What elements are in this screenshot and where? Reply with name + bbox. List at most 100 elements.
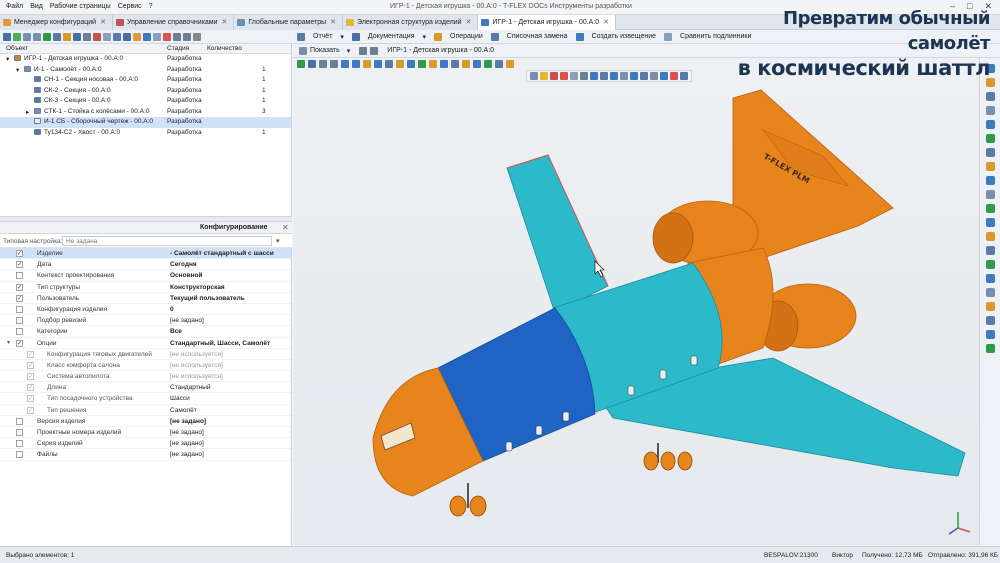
- config-row[interactable]: ✓ Тип посадочного устройства Шасси: [0, 393, 291, 405]
- config-param-value[interactable]: Стандартный: [170, 384, 211, 391]
- config-param-value[interactable]: Все: [170, 328, 182, 335]
- config-checkbox[interactable]: [16, 328, 23, 336]
- config-row[interactable]: ✓ Длина Стандартный: [0, 382, 291, 394]
- config-param-value[interactable]: Основной: [170, 272, 202, 279]
- tool-icon[interactable]: [986, 134, 995, 143]
- config-param-value[interactable]: [не используется]: [170, 351, 223, 358]
- tool-icon[interactable]: [986, 204, 995, 213]
- tool-icon[interactable]: [986, 218, 995, 227]
- structure-view-icon[interactable]: [73, 32, 81, 41]
- tool-icon[interactable]: [986, 190, 995, 199]
- config-row[interactable]: Файлы [не задано]: [0, 449, 291, 461]
- col-qty[interactable]: Количество: [207, 45, 242, 52]
- breadcrumb[interactable]: ИГР-1 - Детская игрушка - 00.А:0: [387, 47, 494, 54]
- tool-icon[interactable]: [986, 344, 995, 353]
- forward-icon[interactable]: [33, 32, 41, 41]
- config-row[interactable]: ✓ Изделие - Самолёт стандартный с шасси: [0, 248, 291, 260]
- report-button[interactable]: Отчёт: [313, 33, 332, 40]
- main-wheel[interactable]: [677, 451, 693, 471]
- tool-icon[interactable]: [986, 232, 995, 241]
- config-checkbox[interactable]: [16, 451, 23, 459]
- config-checkbox[interactable]: ✓: [16, 339, 23, 347]
- tool-icon[interactable]: [986, 176, 995, 185]
- chevron-down-icon[interactable]: ▾: [6, 55, 9, 63]
- refresh-icon[interactable]: [13, 32, 21, 41]
- tab-close-icon[interactable]: ✕: [330, 19, 336, 26]
- config-checkbox[interactable]: [16, 417, 23, 425]
- tool-icon[interactable]: [986, 92, 995, 101]
- down-icon[interactable]: [183, 32, 191, 41]
- config-row[interactable]: ✓ Система автопилота [не используется]: [0, 371, 291, 383]
- tree-row[interactable]: ▾ И-1 - Самолёт - 00.А:0 Разработка 1: [0, 65, 291, 76]
- chevron-down-icon[interactable]: ▾: [7, 339, 10, 346]
- add-icon[interactable]: [43, 32, 51, 41]
- settings-icon[interactable]: [193, 32, 201, 41]
- delete-icon[interactable]: [163, 32, 171, 41]
- close-icon[interactable]: ✕: [282, 223, 289, 232]
- calendar-icon[interactable]: [93, 32, 101, 41]
- config-param-value[interactable]: Конструкторская: [170, 284, 225, 291]
- config-row[interactable]: Конфигурация изделия 0: [0, 304, 291, 316]
- config-param-value[interactable]: Сегодня: [170, 261, 197, 268]
- tab-product[interactable]: ИГР-1 - Детская игрушка - 00.А:0 ✕: [478, 15, 617, 30]
- config-param-value[interactable]: [не задано]: [170, 429, 204, 436]
- nose-wheel[interactable]: [449, 495, 467, 517]
- config-row[interactable]: Категории Все: [0, 326, 291, 338]
- tab-close-icon[interactable]: ✕: [466, 19, 472, 26]
- link-icon[interactable]: [113, 32, 121, 41]
- tree-row[interactable]: ▸ СТК-1 - Стойка с колёсами - 00.А:0 Разра…: [0, 107, 291, 118]
- config-param-value[interactable]: Шасси: [170, 395, 190, 402]
- tool-icon[interactable]: [986, 330, 995, 339]
- list-view-icon[interactable]: [83, 32, 91, 41]
- menu-help[interactable]: ?: [149, 3, 153, 10]
- config-param-value[interactable]: Текущий пользователь: [170, 295, 245, 302]
- tab-config-manager[interactable]: Менеджер конфигураций ✕: [0, 15, 113, 30]
- config-checkbox[interactable]: [16, 440, 23, 448]
- config-checkbox[interactable]: ✓: [27, 373, 34, 381]
- chevron-down-icon[interactable]: ▾: [16, 66, 19, 74]
- select-icon[interactable]: [3, 32, 11, 41]
- tool-icon[interactable]: [986, 148, 995, 157]
- chevron-down-icon[interactable]: ▾: [340, 33, 344, 41]
- config-checkbox[interactable]: ✓: [16, 250, 23, 257]
- tab-close-icon[interactable]: ✕: [603, 19, 609, 26]
- config-row[interactable]: ✓ Класс комфорта салона [не используется]: [0, 360, 291, 372]
- chevron-down-icon[interactable]: ▾: [276, 237, 280, 245]
- grid-icon[interactable]: [123, 32, 131, 41]
- up-icon[interactable]: [173, 32, 181, 41]
- main-wheel[interactable]: [643, 451, 659, 471]
- tool-icon[interactable]: [986, 302, 995, 311]
- config-checkbox[interactable]: [16, 272, 23, 280]
- tree-row[interactable]: И-1 СБ - Сборочный чертеж - 00.А:0 Разраб…: [0, 117, 291, 128]
- config-row[interactable]: Серия изделий [не задано]: [0, 438, 291, 450]
- chevron-down-icon[interactable]: ▾: [347, 47, 351, 55]
- tree-row[interactable]: ▾ ИГР-1 - Детская игрушка - 00.А:0 Разрабо…: [0, 54, 291, 65]
- tree-row[interactable]: СК-3 - Секция - 00.А:0 Разработка 1: [0, 96, 291, 107]
- config-param-value[interactable]: [не задано]: [170, 451, 204, 458]
- config-row[interactable]: Проектные номера изделий [не задано]: [0, 427, 291, 439]
- list-replace-button[interactable]: Списочная замена: [507, 33, 568, 40]
- tool-icon[interactable]: [986, 106, 995, 115]
- config-checkbox[interactable]: ✓: [16, 283, 23, 291]
- tool-icon[interactable]: [986, 316, 995, 325]
- config-row[interactable]: ✓ Тип структуры Конструкторская: [0, 282, 291, 293]
- docs-button[interactable]: Документация: [368, 33, 415, 40]
- show-button[interactable]: Показать: [310, 47, 340, 54]
- config-param-value[interactable]: Самолёт: [170, 407, 197, 414]
- menu-workpages[interactable]: Рабочие страницы: [50, 3, 111, 10]
- col-object[interactable]: Объект: [6, 45, 28, 52]
- menu-view[interactable]: Вид: [30, 3, 43, 10]
- config-row[interactable]: Подбор ревизий [не задано]: [0, 315, 291, 327]
- save-icon[interactable]: [143, 32, 151, 41]
- config-param-value[interactable]: [не используется]: [170, 362, 223, 369]
- config-checkbox[interactable]: ✓: [16, 294, 23, 302]
- tab-close-icon[interactable]: ✕: [100, 19, 106, 26]
- config-param-value[interactable]: 0: [170, 306, 174, 313]
- tab-global-params[interactable]: Глобальные параметры ✕: [234, 15, 344, 30]
- copy-icon[interactable]: [153, 32, 161, 41]
- tab-electronic-structure[interactable]: Электронная структура изделий ✕: [343, 15, 479, 30]
- config-param-value[interactable]: - Самолёт стандартный с шасси: [170, 250, 274, 257]
- tree-icon[interactable]: [53, 32, 61, 41]
- tool-icon[interactable]: [986, 288, 995, 297]
- config-row[interactable]: ✓ Тип решения Самолёт: [0, 405, 291, 416]
